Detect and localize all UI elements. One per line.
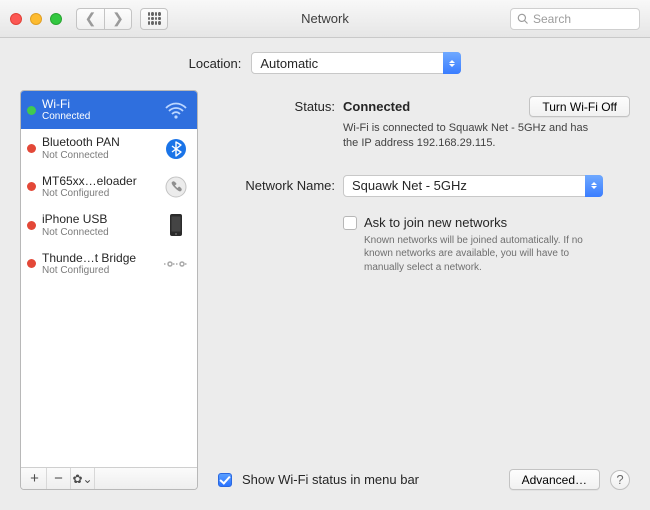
location-select[interactable]: Automatic — [251, 52, 461, 74]
sidebar-item-sub: Not Configured — [42, 265, 157, 277]
show-all-button[interactable] — [140, 8, 168, 30]
show-status-checkbox[interactable] — [218, 473, 232, 487]
search-input[interactable]: Search — [510, 8, 640, 30]
advanced-button[interactable]: Advanced… — [509, 469, 600, 490]
bluetooth-icon — [163, 136, 189, 162]
search-placeholder: Search — [533, 12, 571, 26]
status-dot-icon — [27, 259, 36, 268]
phone-icon — [163, 174, 189, 200]
titlebar: ❮ ❯ Network Search — [0, 0, 650, 38]
actions-menu-button[interactable]: ✿⌄ — [71, 468, 95, 490]
status-description: Wi-Fi is connected to Squawk Net - 5GHz … — [343, 121, 603, 151]
gear-icon: ✿⌄ — [72, 472, 92, 486]
back-button[interactable]: ❮ — [76, 8, 104, 30]
status-dot-icon — [27, 182, 36, 191]
show-status-label: Show Wi-Fi status in menu bar — [242, 472, 419, 487]
ethernet-icon — [163, 251, 189, 277]
sidebar-item-sub: Connected — [42, 111, 157, 123]
sidebar-item-thunderbolt[interactable]: Thunde…t BridgeNot Configured — [21, 245, 197, 283]
close-icon[interactable] — [10, 13, 22, 25]
status-dot-icon — [27, 144, 36, 153]
status-dot-icon — [27, 221, 36, 230]
location-label: Location: — [189, 56, 242, 71]
status-dot-icon — [27, 106, 36, 115]
sidebar-item-label: Thunde…t Bridge — [42, 251, 157, 265]
chevron-updown-icon — [585, 175, 603, 197]
sidebar-item-sub: Not Connected — [42, 227, 157, 239]
ask-join-label: Ask to join new networks — [364, 215, 604, 230]
network-name-label: Network Name: — [218, 175, 343, 193]
grid-icon — [148, 12, 161, 25]
window-controls — [10, 13, 62, 25]
detail-panel: Status: Connected Turn Wi-Fi Off Wi-Fi i… — [218, 90, 630, 490]
search-icon — [517, 13, 529, 25]
status-label: Status: — [218, 96, 343, 114]
minimize-icon[interactable] — [30, 13, 42, 25]
zoom-icon[interactable] — [50, 13, 62, 25]
sidebar-item-label: Wi-Fi — [42, 97, 157, 111]
sidebar-item-label: Bluetooth PAN — [42, 135, 157, 149]
status-value: Connected — [343, 99, 410, 114]
iphone-icon — [163, 212, 189, 238]
wifi-icon — [163, 97, 189, 123]
sidebar-item-label: iPhone USB — [42, 212, 157, 226]
sidebar-item-sub: Not Connected — [42, 150, 157, 162]
network-name-select[interactable]: Squawk Net - 5GHz — [343, 175, 603, 197]
chevron-updown-icon — [443, 52, 461, 74]
remove-interface-button[interactable]: − — [47, 468, 71, 490]
sidebar-item-label: MT65xx…eloader — [42, 174, 157, 188]
ask-join-checkbox[interactable] — [343, 216, 357, 230]
ask-join-note: Known networks will be joined automatica… — [364, 234, 604, 275]
help-button[interactable]: ? — [610, 470, 630, 490]
turn-wifi-off-button[interactable]: Turn Wi-Fi Off — [529, 96, 630, 117]
sidebar-item-bluetooth[interactable]: Bluetooth PANNot Connected — [21, 129, 197, 167]
sidebar-item-wifi[interactable]: Wi-FiConnected — [21, 91, 197, 129]
sidebar-item-sub: Not Configured — [42, 188, 157, 200]
sidebar-item-mt65xx[interactable]: MT65xx…eloaderNot Configured — [21, 168, 197, 206]
network-sidebar: Wi-FiConnected Bluetooth PANNot Connecte… — [20, 90, 198, 490]
network-name-value: Squawk Net - 5GHz — [352, 178, 467, 193]
forward-button[interactable]: ❯ — [104, 8, 132, 30]
add-interface-button[interactable]: + — [23, 468, 47, 490]
location-value: Automatic — [260, 56, 318, 71]
sidebar-item-iphone-usb[interactable]: iPhone USBNot Connected — [21, 206, 197, 244]
